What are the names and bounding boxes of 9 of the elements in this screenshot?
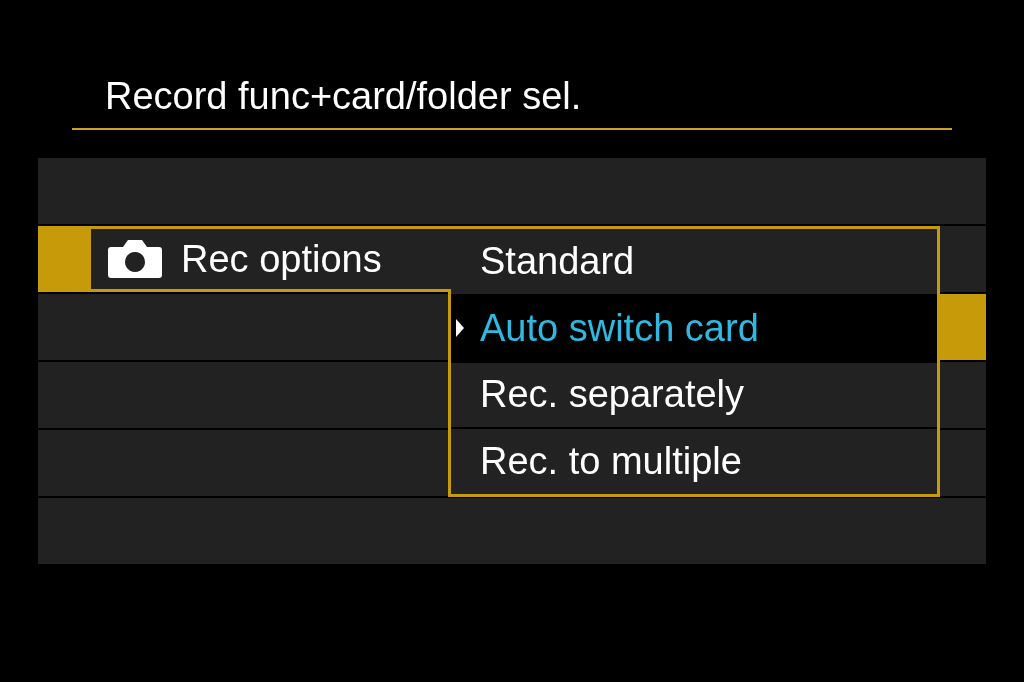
menu-item-label: Rec options [181, 237, 382, 281]
scrollbar-thumb[interactable] [940, 294, 986, 360]
menu-item[interactable]: Rec options [88, 226, 451, 292]
option-item[interactable]: Rec. to multiple [451, 429, 937, 494]
screen-title: Record func+card/folder sel. [105, 74, 582, 119]
option-item[interactable]: Rec. separately [451, 362, 937, 428]
option-item[interactable]: Standard [451, 229, 937, 294]
camera-icon [107, 239, 163, 279]
pointer-icon [455, 317, 465, 338]
